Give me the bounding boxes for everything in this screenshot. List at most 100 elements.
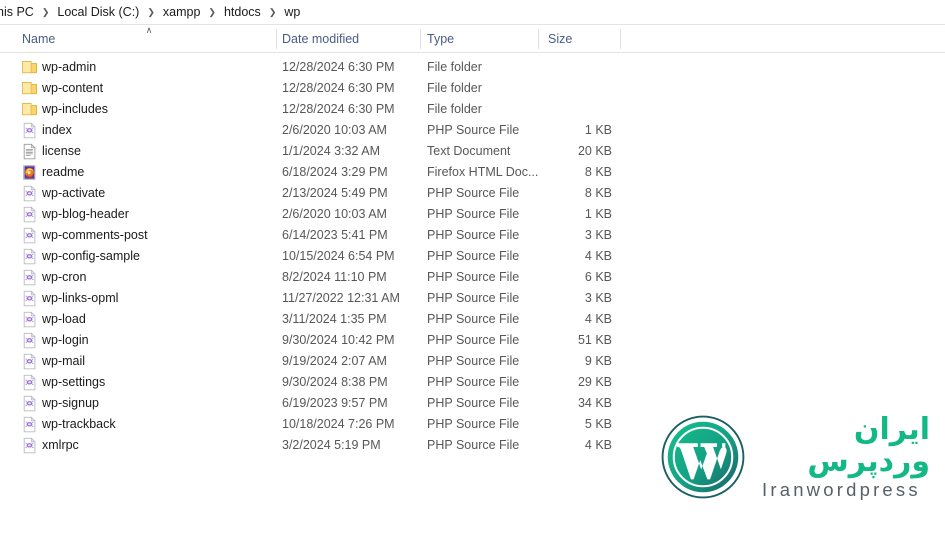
file-row[interactable]: wp-settings 9/30/2024 8:38 PM PHP Source F… xyxy=(0,372,945,393)
file-row[interactable]: wp-links-opml 11/27/2022 12:31 AM PHP Sour… xyxy=(0,288,945,309)
file-name: wp-mail xyxy=(42,354,86,368)
watermark-english-text: Iranwordpress xyxy=(762,479,921,501)
file-date-modified: 3/2/2024 5:19 PM xyxy=(282,438,381,452)
breadcrumb-htdocs[interactable]: htdocs xyxy=(223,0,262,24)
file-name: readme xyxy=(42,165,85,179)
breadcrumb-local-disk-c[interactable]: Local Disk (C:) xyxy=(56,0,140,24)
file-row[interactable]: wp-login 9/30/2024 10:42 PM PHP Source Fil… xyxy=(0,330,945,351)
file-name: wp-content xyxy=(42,81,104,95)
file-size: 6 KB xyxy=(584,270,612,284)
file-date-modified: 6/19/2023 9:57 PM xyxy=(282,396,388,410)
file-name: wp-signup xyxy=(42,396,99,410)
file-row[interactable]: wp-config-sample 10/15/2024 6:54 PM PHP So… xyxy=(0,246,945,267)
file-list[interactable]: wp-admin 12/28/2024 6:30 PM File folder wp-… xyxy=(0,53,945,456)
file-name: wp-settings xyxy=(42,375,106,389)
file-name: wp-cron xyxy=(42,270,87,284)
file-name: wp-config-sample xyxy=(42,249,140,263)
file-row[interactable]: index 2/6/2020 10:03 AM PHP Source File 1 K… xyxy=(0,120,945,141)
folder-icon xyxy=(21,80,38,97)
file-date-modified: 12/28/2024 6:30 PM xyxy=(282,81,395,95)
php-file-icon xyxy=(21,269,38,286)
file-row[interactable]: wp-activate 2/13/2024 5:49 PM PHP Source F… xyxy=(0,183,945,204)
php-file-icon xyxy=(21,395,38,412)
firefox-html-icon xyxy=(21,164,38,181)
file-row[interactable]: wp-cron 8/2/2024 11:10 PM PHP Source File 6… xyxy=(0,267,945,288)
file-date-modified: 9/19/2024 2:07 AM xyxy=(282,354,387,368)
php-file-icon xyxy=(21,122,38,139)
iranwordpress-watermark: ایران وردپرس Iranwordpress xyxy=(660,412,930,502)
file-row[interactable]: wp-comments-post 6/14/2023 5:41 PM PHP Sou… xyxy=(0,225,945,246)
breadcrumb-separator-icon: ❯ xyxy=(41,7,50,17)
column-header-size[interactable]: Size xyxy=(548,25,572,53)
php-file-icon xyxy=(21,227,38,244)
file-row[interactable]: license 1/1/2024 3:32 AM Text Document 20 K… xyxy=(0,141,945,162)
file-row[interactable]: wp-mail 9/19/2024 2:07 AM PHP Source File 9… xyxy=(0,351,945,372)
watermark-persian-text: ایران وردپرس xyxy=(807,412,930,479)
column-header-name[interactable]: Name xyxy=(22,25,55,53)
php-file-icon xyxy=(21,374,38,391)
breadcrumb-wp[interactable]: wp xyxy=(283,0,301,24)
php-file-icon xyxy=(21,353,38,370)
php-file-icon xyxy=(21,416,38,433)
file-size xyxy=(500,57,612,78)
file-size: 4 KB xyxy=(584,249,612,263)
file-size: 20 KB xyxy=(577,144,612,158)
file-size: 29 KB xyxy=(577,375,612,389)
folder-icon xyxy=(21,101,38,118)
php-file-icon xyxy=(21,185,38,202)
breadcrumb-xampp[interactable]: xampp xyxy=(162,0,202,24)
file-date-modified: 2/6/2020 10:03 AM xyxy=(282,123,387,137)
file-row[interactable]: wp-content 12/28/2024 6:30 PM File folder xyxy=(0,78,945,99)
file-row[interactable]: wp-admin 12/28/2024 6:30 PM File folder xyxy=(0,57,945,78)
file-name: wp-admin xyxy=(42,60,97,74)
file-date-modified: 12/28/2024 6:30 PM xyxy=(282,60,395,74)
breadcrumb-separator-icon: ❯ xyxy=(147,7,155,17)
file-row[interactable]: wp-includes 12/28/2024 6:30 PM File folder xyxy=(0,99,945,120)
file-size: 1 KB xyxy=(584,123,612,137)
sort-ascending-icon[interactable]: ∧ xyxy=(143,26,155,35)
file-row[interactable]: wp-signup 6/19/2023 9:57 PM PHP Source Fil… xyxy=(0,393,945,414)
column-resize-handle[interactable] xyxy=(420,29,421,49)
php-file-icon xyxy=(21,332,38,349)
file-size: 3 KB xyxy=(584,228,612,242)
file-size: 34 KB xyxy=(577,396,612,410)
file-size: 8 KB xyxy=(584,165,612,179)
column-resize-handle[interactable] xyxy=(620,29,621,49)
file-date-modified: 1/1/2024 3:32 AM xyxy=(282,144,380,158)
column-resize-handle[interactable] xyxy=(538,29,539,49)
file-name: wp-comments-post xyxy=(42,228,148,242)
column-header-row: ∧ Name Date modified Type Size xyxy=(0,25,945,53)
file-name: wp-blog-header xyxy=(42,207,129,221)
file-size: 51 KB xyxy=(577,333,612,347)
file-date-modified: 12/28/2024 6:30 PM xyxy=(282,102,395,116)
file-date-modified: 10/15/2024 6:54 PM xyxy=(282,249,395,263)
php-file-icon xyxy=(21,437,38,454)
breadcrumb-separator-icon: ❯ xyxy=(208,7,216,17)
php-file-icon xyxy=(21,290,38,307)
file-name: xmlrpc xyxy=(42,438,79,452)
php-file-icon xyxy=(21,311,38,328)
column-header-type[interactable]: Type xyxy=(427,25,454,53)
file-date-modified: 11/27/2022 12:31 AM xyxy=(282,291,400,305)
breadcrumb-this-pc[interactable]: his PC xyxy=(0,0,35,24)
breadcrumb[interactable]: his PC ❯ Local Disk (C:) ❯ xampp ❯ htdocs ❯ wp xyxy=(0,0,945,24)
file-size: 9 KB xyxy=(584,354,612,368)
file-name: wp-links-opml xyxy=(42,291,119,305)
column-resize-handle[interactable] xyxy=(276,29,277,49)
file-size: 1 KB xyxy=(584,207,612,221)
php-file-icon xyxy=(21,206,38,223)
file-type: File folder xyxy=(427,102,482,116)
file-name: index xyxy=(42,123,72,137)
file-row[interactable]: wp-blog-header 2/6/2020 10:03 AM PHP Sourc… xyxy=(0,204,945,225)
file-row[interactable]: readme 6/18/2024 3:29 PM Firefox HTML Doc.… xyxy=(0,162,945,183)
column-header-date-modified[interactable]: Date modified xyxy=(282,25,359,53)
file-date-modified: 2/6/2020 10:03 AM xyxy=(282,207,387,221)
file-size xyxy=(500,99,612,120)
folder-icon xyxy=(21,59,38,76)
file-row[interactable]: wp-load 3/11/2024 1:35 PM PHP Source File 4… xyxy=(0,309,945,330)
file-date-modified: 8/2/2024 11:10 PM xyxy=(282,270,387,284)
file-name: wp-includes xyxy=(42,102,109,116)
text-file-icon xyxy=(21,143,38,160)
file-name: wp-activate xyxy=(42,186,106,200)
file-date-modified: 9/30/2024 8:38 PM xyxy=(282,375,388,389)
